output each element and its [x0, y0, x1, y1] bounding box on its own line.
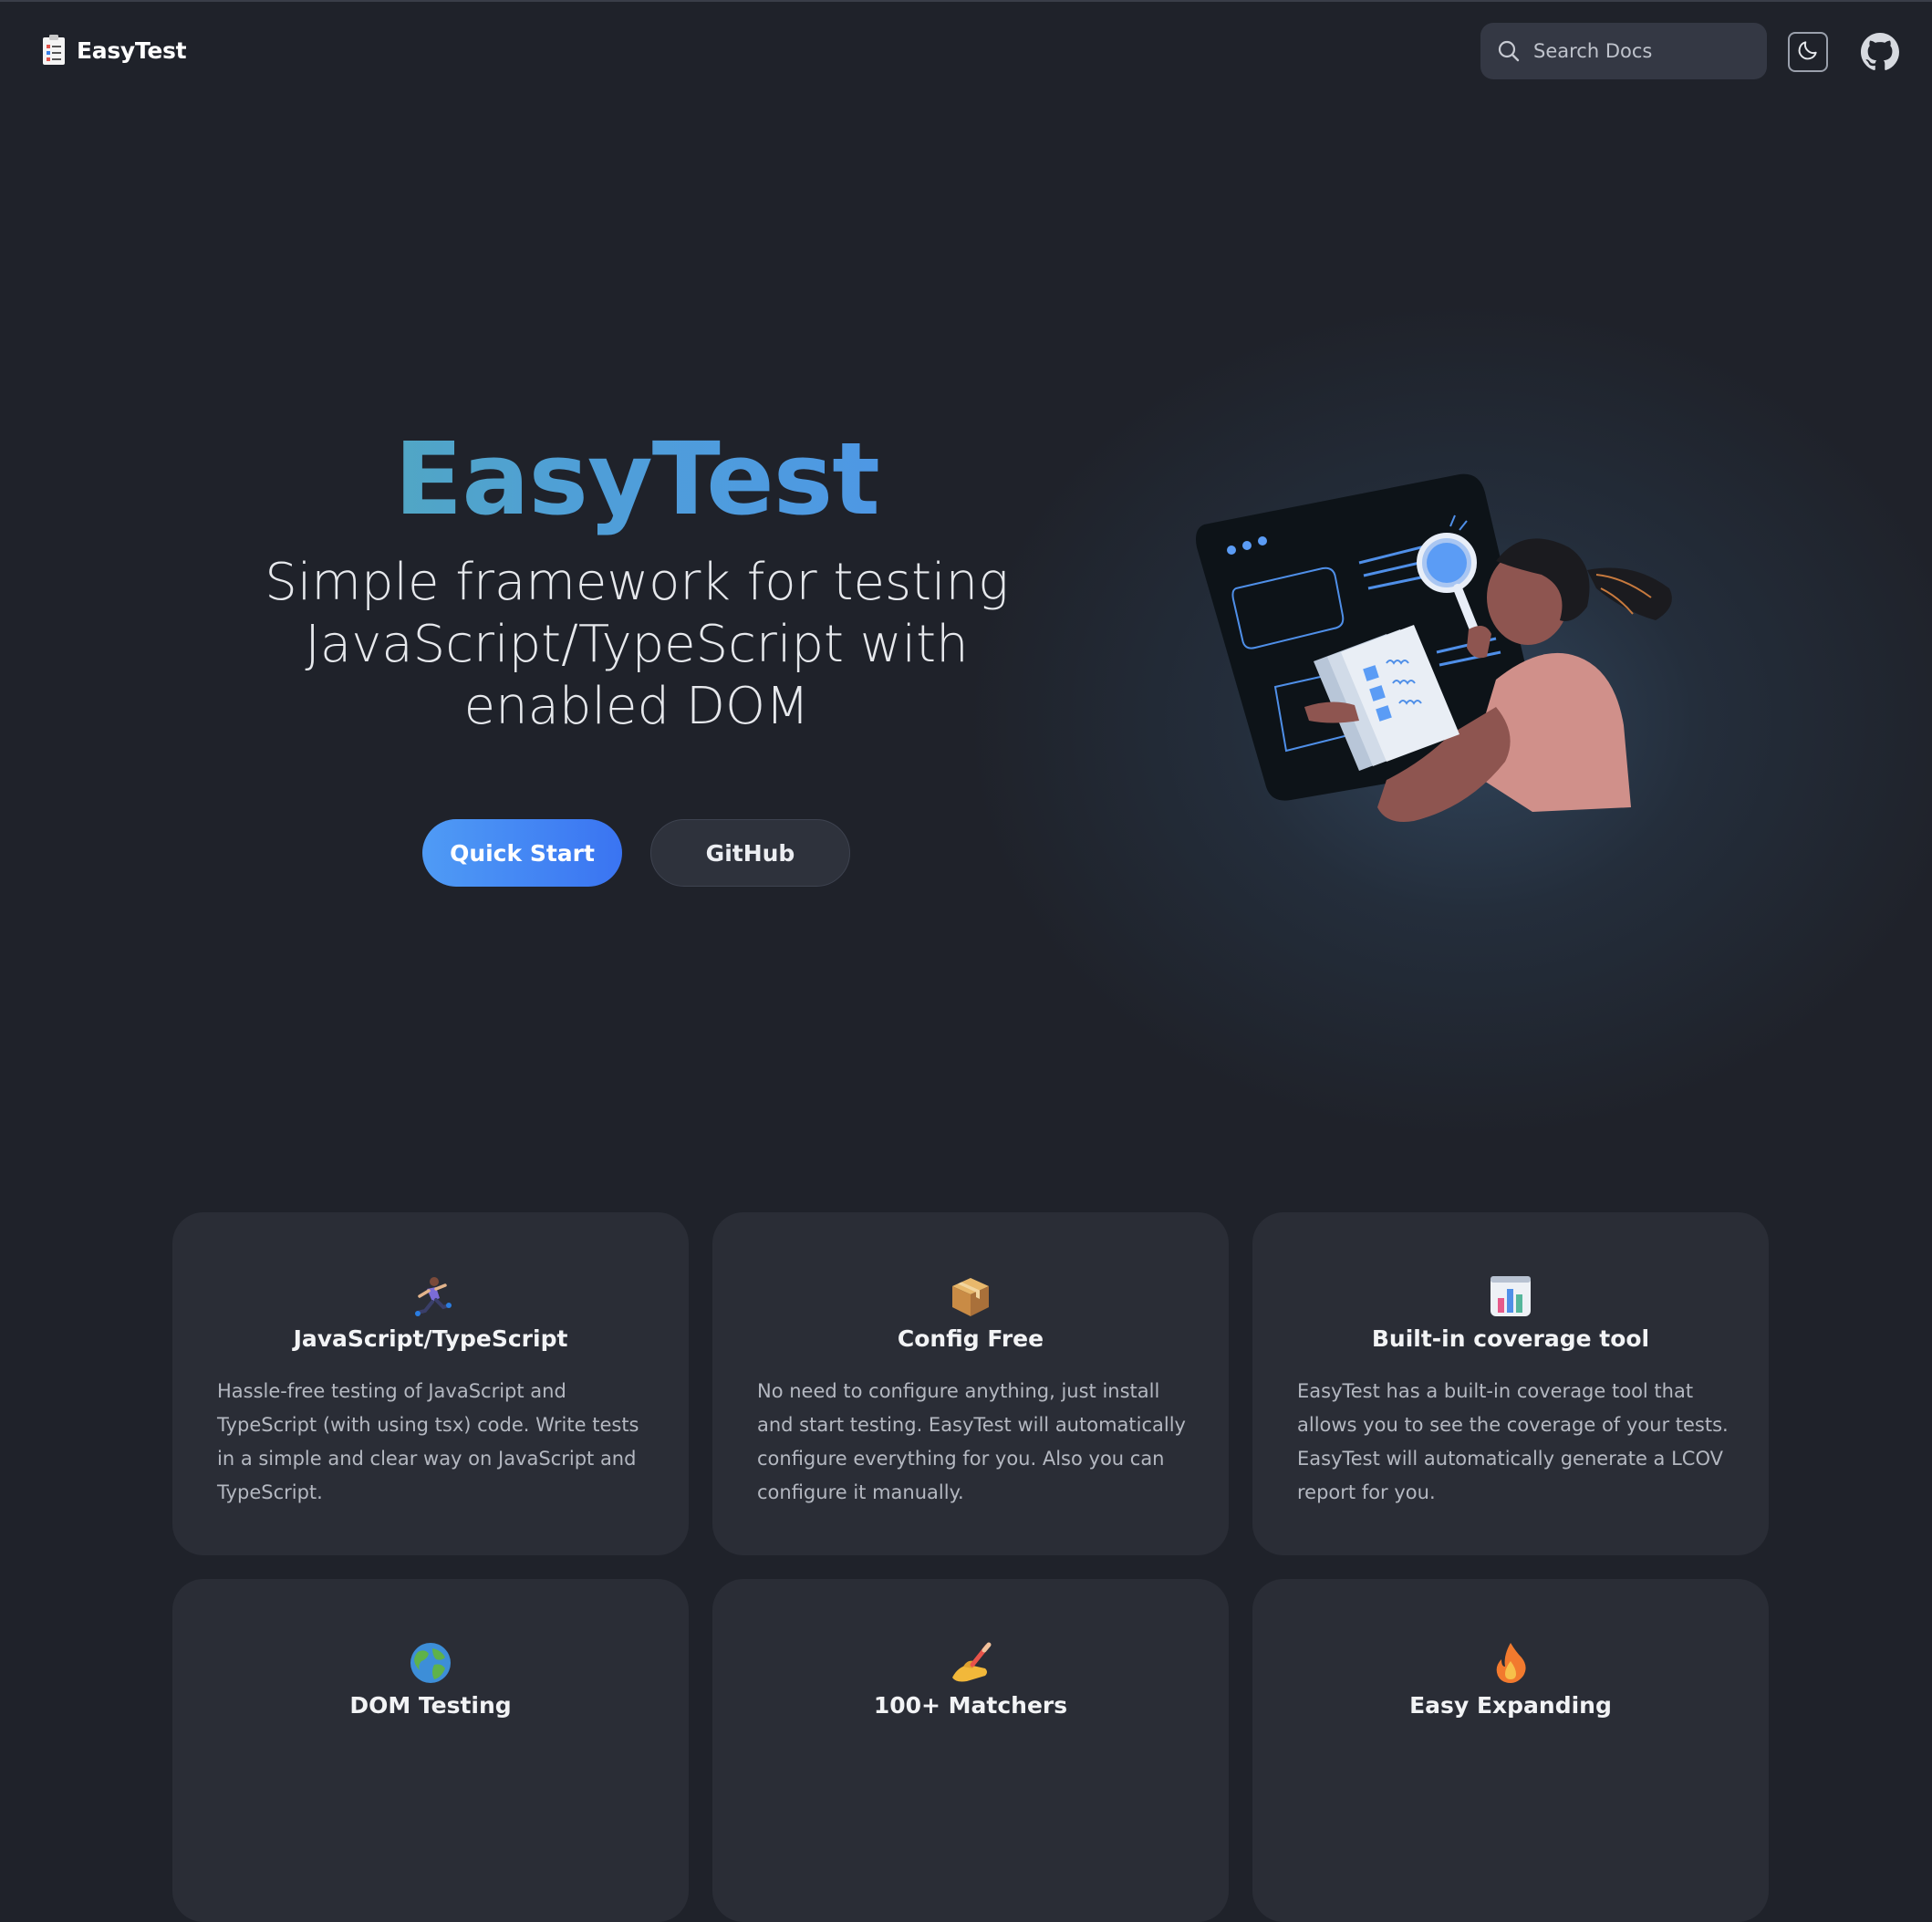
github-button[interactable]: GitHub [650, 819, 850, 887]
feature-card: DOM Testing [172, 1579, 689, 1922]
feature-title: Built-in coverage tool [1371, 1325, 1650, 1352]
fire-icon [1489, 1641, 1532, 1685]
feature-title: Easy Expanding [1409, 1692, 1612, 1719]
brand-name: EasyTest [77, 36, 187, 64]
feature-description: Hassle-free testing of JavaScript and Ty… [217, 1380, 639, 1503]
easytest-logo-icon [42, 35, 66, 66]
hero-subtitle: Simple framework for testing JavaScript/… [265, 553, 1009, 736]
moon-icon [1796, 38, 1820, 66]
github-icon [1861, 33, 1899, 75]
search-input[interactable] [1532, 39, 1754, 63]
brand-link[interactable]: EasyTest [42, 35, 187, 66]
quick-start-button[interactable]: Quick Start [422, 819, 622, 887]
writing-hand-icon [949, 1641, 992, 1685]
feature-title: Config Free [897, 1325, 1044, 1352]
feature-card: JavaScript/TypeScript Hassle-free testin… [172, 1212, 689, 1555]
feature-title: JavaScript/TypeScript [293, 1325, 568, 1352]
feature-title: DOM Testing [349, 1692, 512, 1719]
feature-card: 100+ Matchers [712, 1579, 1229, 1922]
globe-icon [409, 1641, 452, 1685]
feature-card: Easy Expanding [1252, 1579, 1769, 1922]
search-box[interactable] [1480, 23, 1767, 79]
hero-title: EasyTest [0, 415, 1273, 543]
top-nav: EasyTest [0, 0, 1932, 102]
feature-card: Built-in coverage tool EasyTest has a bu… [1252, 1212, 1769, 1555]
theme-toggle-button[interactable] [1788, 32, 1828, 72]
hero-illustration [1195, 461, 1706, 835]
search-icon [1497, 39, 1521, 63]
feature-description: EasyTest has a built-in coverage tool th… [1297, 1380, 1729, 1503]
feature-card: Config Free No need to configure anythin… [712, 1212, 1229, 1555]
github-link[interactable] [1861, 33, 1899, 71]
bar-chart-icon [1489, 1274, 1532, 1318]
package-icon [949, 1274, 992, 1318]
feature-title: 100+ Matchers [873, 1692, 1068, 1719]
runner-icon [409, 1274, 452, 1318]
feature-description: No need to configure anything, just inst… [757, 1380, 1186, 1503]
